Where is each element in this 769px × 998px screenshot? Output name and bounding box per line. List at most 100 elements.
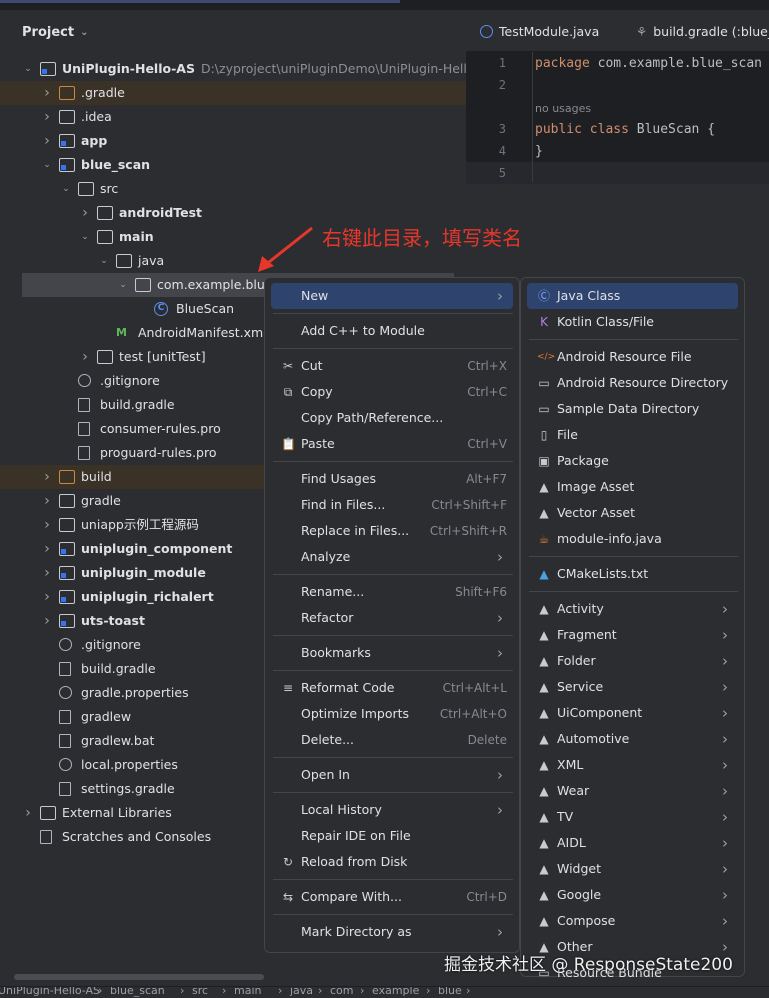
chevron-right-icon[interactable]: › bbox=[41, 537, 53, 561]
chevron-right-icon[interactable]: › bbox=[41, 513, 53, 537]
new-submenu-item[interactable]: ▲ Image Asset bbox=[527, 474, 738, 500]
chevron-down-icon[interactable]: ⌄ bbox=[98, 249, 110, 273]
chevron-right-icon[interactable]: › bbox=[79, 345, 91, 369]
context-menu-item[interactable]: Copy Path/Reference... bbox=[271, 405, 513, 431]
chevron-right-icon[interactable]: › bbox=[41, 105, 53, 129]
new-submenu-item[interactable]: </> Android Resource File bbox=[527, 344, 738, 370]
context-menu-item[interactable]: Replace in Files... Ctrl+Shift+R bbox=[271, 518, 513, 544]
breadcrumb-item[interactable]: java bbox=[290, 987, 313, 997]
tree-item-label: build bbox=[81, 469, 112, 484]
new-submenu-item[interactable]: ▲ AIDL › bbox=[527, 830, 738, 856]
new-submenu-item[interactable]: K Kotlin Class/File bbox=[527, 309, 738, 335]
breadcrumb-item[interactable]: blue bbox=[438, 987, 462, 997]
new-submenu-item[interactable]: ▲ XML › bbox=[527, 752, 738, 778]
tree-item[interactable]: ⌄ UniPlugin-Hello-AS D:\zyproject\uniPlugi… bbox=[0, 57, 495, 81]
new-submenu-item[interactable]: ▲ Fragment › bbox=[527, 622, 738, 648]
tree-item-label: gradlew bbox=[81, 709, 132, 724]
context-menu-item[interactable]: Add C++ to Module bbox=[271, 318, 513, 344]
project-panel-header[interactable]: Project ⌄ bbox=[0, 12, 466, 52]
breadcrumb-item[interactable]: src bbox=[192, 987, 208, 997]
chevron-down-icon[interactable]: ⌄ bbox=[79, 225, 91, 249]
new-submenu-item[interactable]: ▲ Folder › bbox=[527, 648, 738, 674]
new-submenu-item[interactable]: ▯ File bbox=[527, 422, 738, 448]
menu-separator bbox=[273, 791, 513, 793]
tree-item[interactable]: › app bbox=[0, 129, 466, 153]
context-menu-item[interactable]: ⇆ Compare With... Ctrl+D bbox=[271, 884, 513, 910]
new-submenu-item[interactable]: ▭ Android Resource Directory bbox=[527, 370, 738, 396]
chevron-down-icon[interactable]: ⌄ bbox=[41, 153, 53, 177]
context-menu-item[interactable]: Mark Directory as › bbox=[271, 919, 513, 945]
tab-testmodule[interactable]: TestModule.java bbox=[480, 12, 599, 52]
new-submenu-item[interactable]: ▲ Google › bbox=[527, 882, 738, 908]
context-menu-item[interactable]: Local History › bbox=[271, 797, 513, 823]
menu-item-icon: 📋 bbox=[281, 437, 296, 451]
editor-tabs: TestModule.java ⚘ build.gradle (:blue_ bbox=[466, 12, 769, 52]
context-menu-item[interactable]: Find Usages Alt+F7 bbox=[271, 466, 513, 492]
chevron-down-icon[interactable]: ⌄ bbox=[117, 273, 129, 297]
context-menu-item[interactable]: Repair IDE on File bbox=[271, 823, 513, 849]
context-menu-item[interactable]: Bookmarks › bbox=[271, 640, 513, 666]
menu-item-label: Compose bbox=[557, 913, 616, 928]
menu-separator bbox=[273, 347, 513, 349]
context-menu-item[interactable]: Open In › bbox=[271, 762, 513, 788]
context-menu-item[interactable]: ⧉ Copy Ctrl+C bbox=[271, 379, 513, 405]
usage-hint: no usages bbox=[535, 102, 592, 115]
breadcrumb-item[interactable]: blue_scan bbox=[110, 987, 165, 997]
menu-item-icon: ▭ bbox=[538, 402, 550, 416]
chevron-right-icon[interactable]: › bbox=[41, 129, 53, 153]
breadcrumb-item[interactable]: UniPlugin-Hello-AS bbox=[0, 987, 100, 997]
breadcrumb-chevron-icon: › bbox=[180, 986, 185, 997]
new-submenu-item[interactable]: ▲ Wear › bbox=[527, 778, 738, 804]
code-editor[interactable]: 1 package com.example.blue_scan 2 no usages… bbox=[466, 52, 769, 184]
chevron-down-icon[interactable]: ⌄ bbox=[22, 57, 34, 81]
chevron-down-icon[interactable]: ⌄ bbox=[60, 177, 72, 201]
new-submenu-item[interactable]: ☕ module-info.java bbox=[527, 526, 738, 552]
horizontal-scrollbar[interactable] bbox=[14, 974, 264, 980]
chevron-right-icon[interactable]: › bbox=[41, 585, 53, 609]
chevron-right-icon: › bbox=[722, 626, 728, 644]
chevron-right-icon[interactable]: › bbox=[41, 609, 53, 633]
context-menu-item[interactable]: Find in Files... Ctrl+Shift+F bbox=[271, 492, 513, 518]
new-submenu-item[interactable]: ▲ TV › bbox=[527, 804, 738, 830]
tree-item[interactable]: ⌄ java bbox=[0, 249, 466, 273]
context-menu-item[interactable]: New › bbox=[271, 283, 513, 309]
context-menu-item[interactable]: Rename... Shift+F6 bbox=[271, 579, 513, 605]
tree-item[interactable]: ⌄ blue_scan bbox=[0, 153, 466, 177]
new-submenu-item[interactable]: ▲ Compose › bbox=[527, 908, 738, 934]
breadcrumb-item[interactable]: main bbox=[234, 987, 261, 997]
new-submenu-item[interactable]: Ⓒ Java Class bbox=[527, 283, 738, 309]
new-submenu-item[interactable]: ▲ Widget › bbox=[527, 856, 738, 882]
breadcrumb-item[interactable]: example bbox=[372, 987, 419, 997]
context-menu-item[interactable]: ↻ Reload from Disk bbox=[271, 849, 513, 875]
new-submenu-item[interactable]: ▲ CMakeLists.txt bbox=[527, 561, 738, 587]
chevron-right-icon[interactable]: › bbox=[41, 465, 53, 489]
context-menu-item[interactable]: Delete... Delete bbox=[271, 727, 513, 753]
tab-build-gradle[interactable]: ⚘ build.gradle (:blue_ bbox=[636, 12, 769, 52]
new-submenu-item[interactable]: ▲ Automotive › bbox=[527, 726, 738, 752]
menu-item-label: Replace in Files... bbox=[301, 523, 410, 538]
chevron-down-icon[interactable]: ⌄ bbox=[80, 27, 88, 38]
new-submenu-item[interactable]: ▲ Activity › bbox=[527, 596, 738, 622]
new-submenu-item[interactable]: ▣ Package bbox=[527, 448, 738, 474]
breadcrumb-item[interactable]: com bbox=[330, 987, 354, 997]
context-menu-item[interactable]: ✂ Cut Ctrl+X bbox=[271, 353, 513, 379]
chevron-right-icon[interactable]: › bbox=[41, 81, 53, 105]
context-menu-item[interactable]: 📋 Paste Ctrl+V bbox=[271, 431, 513, 457]
context-menu-item[interactable]: Refactor › bbox=[271, 605, 513, 631]
context-menu-item[interactable]: Analyze › bbox=[271, 544, 513, 570]
new-submenu-item[interactable]: ▲ Vector Asset bbox=[527, 500, 738, 526]
context-menu-item[interactable]: ≡ Reformat Code Ctrl+Alt+L bbox=[271, 675, 513, 701]
chevron-right-icon[interactable]: › bbox=[22, 801, 34, 825]
tree-item[interactable]: ⌄ src bbox=[0, 177, 466, 201]
folder-icon bbox=[59, 110, 75, 124]
tree-item[interactable]: › .idea bbox=[0, 105, 466, 129]
menu-separator bbox=[273, 634, 513, 636]
new-submenu-item[interactable]: ▲ Service › bbox=[527, 674, 738, 700]
context-menu-item[interactable]: Optimize Imports Ctrl+Alt+O bbox=[271, 701, 513, 727]
new-submenu-item[interactable]: ▭ Sample Data Directory bbox=[527, 396, 738, 422]
chevron-right-icon[interactable]: › bbox=[41, 561, 53, 585]
tree-item[interactable]: › .gradle bbox=[0, 81, 466, 105]
new-submenu-item[interactable]: ▲ UiComponent › bbox=[527, 700, 738, 726]
chevron-right-icon[interactable]: › bbox=[41, 489, 53, 513]
chevron-right-icon[interactable]: › bbox=[79, 201, 91, 225]
